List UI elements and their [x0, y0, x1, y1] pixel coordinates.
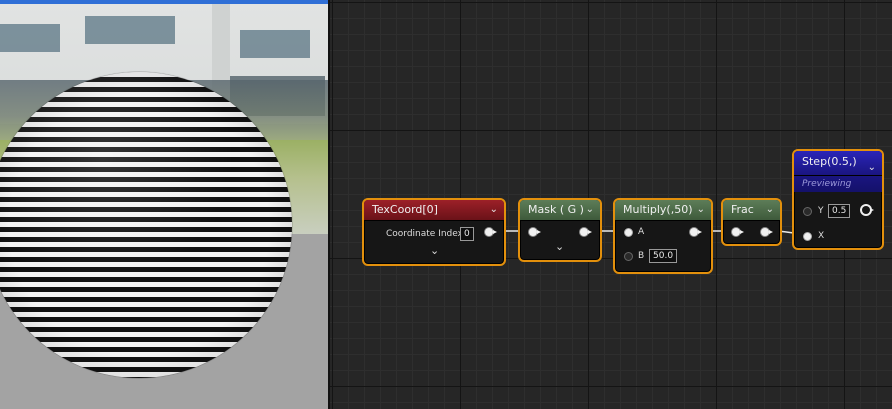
- step-y-value-input[interactable]: 0.5: [828, 204, 851, 218]
- coordinate-index-label: Coordinate Index: [386, 229, 463, 239]
- mask-node[interactable]: Mask ( G ) ⌄ ⌄: [518, 198, 602, 262]
- multiply-pin-a-label: A: [638, 227, 645, 237]
- mask-input-pin[interactable]: [529, 228, 541, 236]
- multiply-b-value-input[interactable]: 50.0: [649, 249, 678, 263]
- chevron-down-icon[interactable]: ⌄: [586, 200, 594, 220]
- step-pin-y-label: Y: [818, 206, 824, 216]
- preview-sphere: [0, 72, 292, 378]
- chevron-down-icon[interactable]: ⌄: [766, 200, 774, 220]
- mask-output-pin[interactable]: [580, 228, 592, 236]
- building-window: [240, 30, 310, 58]
- multiply-node[interactable]: Multiply(,50) ⌄ A B 50.0: [613, 198, 713, 274]
- material-preview-viewport[interactable]: [0, 0, 328, 409]
- chevron-down-icon[interactable]: ⌄: [868, 157, 876, 179]
- multiply-input-a-pin[interactable]: [624, 228, 633, 237]
- multiply-pin-b-label: B: [638, 251, 645, 261]
- texcoord-node-header[interactable]: TexCoord[0] ⌄: [364, 200, 504, 221]
- multiply-output-pin[interactable]: [690, 228, 702, 236]
- texcoord-node[interactable]: TexCoord[0] ⌄ Coordinate Index 0 ⌄: [362, 198, 506, 266]
- multiply-input-b-pin[interactable]: [624, 252, 633, 261]
- step-output-pin[interactable]: [862, 206, 874, 214]
- step-input-x-pin[interactable]: [803, 232, 812, 241]
- step-node[interactable]: Step(0.5,) ⌄ Previewing Y 0.5 X: [792, 149, 884, 250]
- frac-node-header[interactable]: Frac ⌄: [723, 200, 780, 221]
- frac-input-pin[interactable]: [732, 228, 744, 236]
- chevron-down-icon[interactable]: ⌄: [430, 244, 439, 257]
- texcoord-node-title: TexCoord[0]: [372, 203, 438, 216]
- chevron-down-icon[interactable]: ⌄: [555, 240, 564, 253]
- multiply-node-title: Multiply(,50): [623, 203, 693, 216]
- chevron-down-icon[interactable]: ⌄: [697, 200, 705, 220]
- mask-node-title: Mask ( G ): [528, 203, 584, 216]
- frac-node[interactable]: Frac ⌄: [721, 198, 782, 246]
- building-window: [85, 16, 175, 44]
- step-input-y-pin[interactable]: [803, 207, 812, 216]
- texcoord-output-pin[interactable]: [485, 228, 497, 236]
- mask-node-header[interactable]: Mask ( G ) ⌄: [520, 200, 600, 221]
- viewport-focus-bar: [0, 0, 328, 4]
- multiply-node-header[interactable]: Multiply(,50) ⌄: [615, 200, 711, 221]
- building-window: [0, 24, 60, 52]
- chevron-down-icon[interactable]: ⌄: [490, 200, 498, 220]
- coordinate-index-input[interactable]: 0: [460, 227, 474, 241]
- frac-output-pin[interactable]: [761, 228, 773, 236]
- step-node-title: Step(0.5,): [802, 155, 857, 168]
- frac-node-title: Frac: [731, 203, 754, 216]
- step-pin-x-label: X: [818, 231, 825, 241]
- step-node-header[interactable]: Step(0.5,) ⌄: [794, 151, 882, 176]
